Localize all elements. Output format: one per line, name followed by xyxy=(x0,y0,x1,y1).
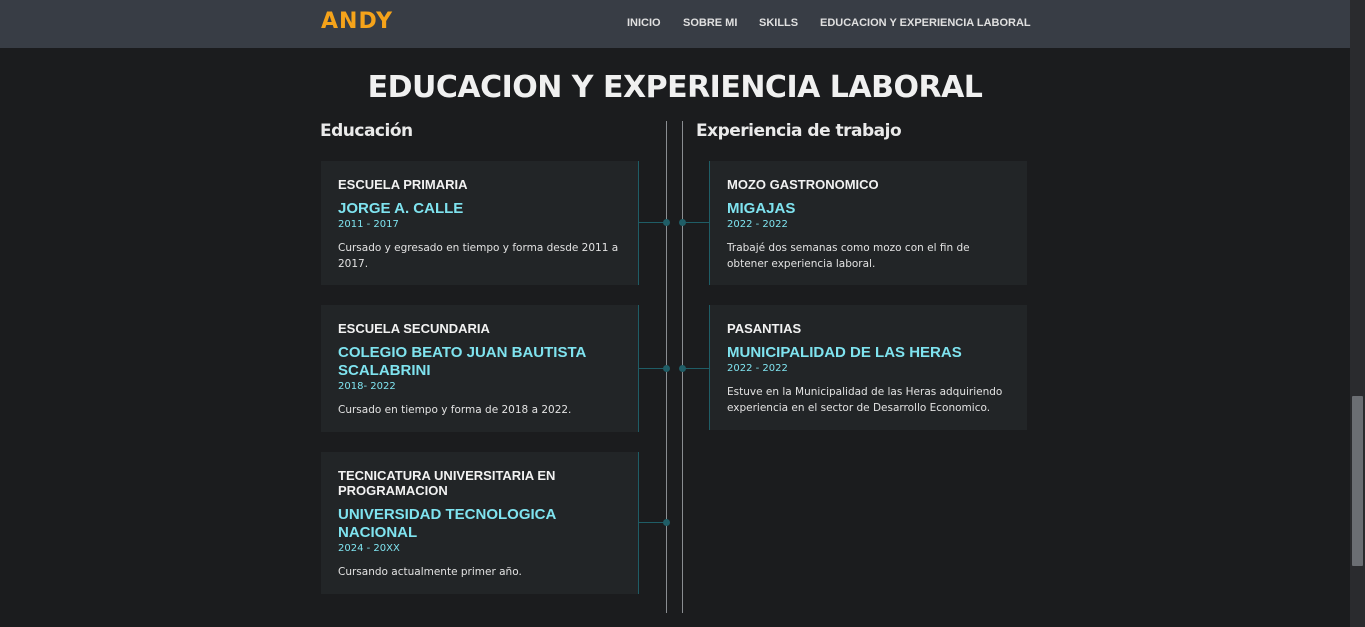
timeline-dot xyxy=(663,219,670,226)
timeline-dot xyxy=(663,519,670,526)
scrollbar-thumb[interactable] xyxy=(1352,396,1363,566)
education-card-secundaria: ESCUELA SECUNDARIA COLEGIO BEATO JUAN BA… xyxy=(321,305,639,432)
card-description: Trabajé dos semanas como mozo con el fin… xyxy=(727,242,970,270)
card-title: MOZO GASTRONOMICO xyxy=(727,177,879,192)
card-years: 2018- 2022 xyxy=(338,381,396,392)
education-card-primaria: ESCUELA PRIMARIA JORGE A. CALLE 2011 - 2… xyxy=(321,161,639,285)
card-description: Cursado y egresado en tiempo y forma des… xyxy=(338,242,619,270)
site-logo[interactable]: ANDY xyxy=(321,9,393,34)
card-title: TECNICATURA UNIVERSITARIA EN PROGRAMACIO… xyxy=(338,468,556,498)
timeline-connector xyxy=(639,222,666,223)
work-card-pasantias: PASANTIAS MUNICIPALIDAD DE LAS HERAS 202… xyxy=(709,305,1027,430)
work-card-mozo: MOZO GASTRONOMICO MIGAJAS 2022 - 2022 Tr… xyxy=(709,161,1027,285)
card-institution: UNIVERSIDAD TECNOLOGICA NACIONAL xyxy=(338,506,556,541)
timeline-dot xyxy=(679,219,686,226)
card-company: MIGAJAS xyxy=(727,200,796,217)
timeline-connector xyxy=(682,368,709,369)
work-heading: Experiencia de trabajo xyxy=(696,121,902,141)
timeline-dot xyxy=(679,365,686,372)
card-years: 2011 - 2017 xyxy=(338,219,399,230)
card-title: ESCUELA SECUNDARIA xyxy=(338,321,490,336)
card-title: ESCUELA PRIMARIA xyxy=(338,177,468,192)
card-years: 2022 - 2022 xyxy=(727,363,788,374)
top-navbar: ANDY INICIO SOBRE MI SKILLS EDUCACION Y … xyxy=(0,0,1350,48)
card-description: Cursando actualmente primer año. xyxy=(338,566,522,578)
page-scrollbar[interactable] xyxy=(1350,0,1365,627)
card-institution: COLEGIO BEATO JUAN BAUTISTA SCALABRINI xyxy=(338,344,586,379)
nav-link-educacion-experiencia[interactable]: EDUCACION Y EXPERIENCIA LABORAL xyxy=(820,17,1031,29)
nav-link-inicio[interactable]: INICIO xyxy=(627,17,661,29)
card-company: MUNICIPALIDAD DE LAS HERAS xyxy=(727,344,962,361)
timeline-dot xyxy=(663,365,670,372)
card-years: 2024 - 20XX xyxy=(338,543,400,554)
card-description: Cursado en tiempo y forma de 2018 a 2022… xyxy=(338,404,572,416)
card-description: Estuve en la Municipalidad de las Heras … xyxy=(727,386,1003,414)
timeline-connector xyxy=(639,368,666,369)
card-title: PASANTIAS xyxy=(727,321,802,336)
card-institution: JORGE A. CALLE xyxy=(338,200,464,217)
timeline-connector xyxy=(682,222,709,223)
nav-link-sobre-mi[interactable]: SOBRE MI xyxy=(683,17,737,29)
education-card-tecnicatura: TECNICATURA UNIVERSITARIA EN PROGRAMACIO… xyxy=(321,452,639,594)
section-title: EDUCACION Y EXPERIENCIA LABORAL xyxy=(367,70,983,105)
nav-link-skills[interactable]: SKILLS xyxy=(759,17,798,29)
timeline-connector xyxy=(639,522,666,523)
card-years: 2022 - 2022 xyxy=(727,219,788,230)
education-heading: Educación xyxy=(320,121,413,141)
